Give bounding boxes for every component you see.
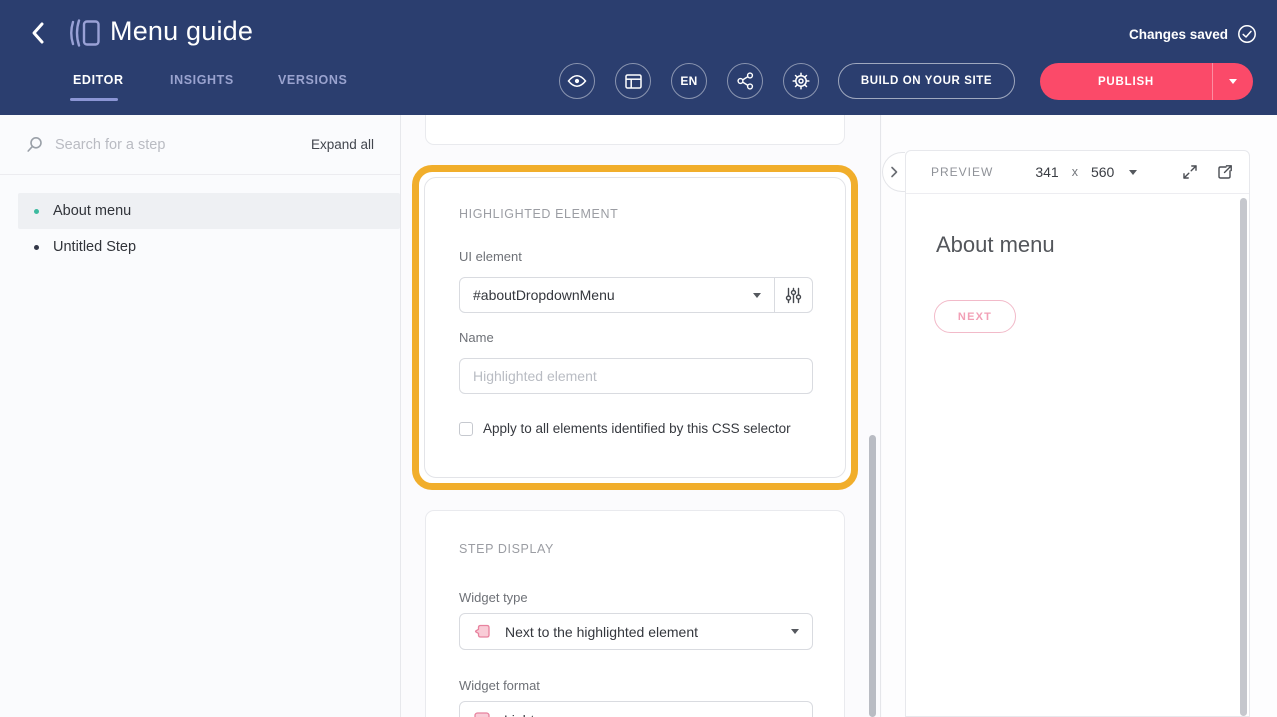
publish-button[interactable]: PUBLISH <box>1040 63 1253 100</box>
tab-editor[interactable]: EDITOR <box>73 73 124 87</box>
name-label: Name <box>459 330 494 345</box>
publish-button-label[interactable]: PUBLISH <box>1040 63 1213 100</box>
widget-type-value: Next to the highlighted element <box>505 624 698 640</box>
chevron-down-icon <box>1129 170 1137 175</box>
highlighted-element-card: HIGHLIGHTED ELEMENT UI element #aboutDro… <box>424 177 846 478</box>
apply-to-all-label: Apply to all elements identified by this… <box>483 421 791 436</box>
preview-header: PREVIEW 341 x 560 <box>906 151 1249 194</box>
step-display-card: STEP DISPLAY Widget type Next to the hig… <box>425 510 845 717</box>
viewport-height: 560 <box>1091 164 1114 180</box>
chevron-right-icon <box>890 166 898 178</box>
active-tab-underline <box>70 98 118 101</box>
step-status-dot <box>34 209 39 214</box>
save-status-text: Changes saved <box>1129 27 1228 42</box>
steps-sidebar: Expand all About menu Untitled Step <box>0 115 401 717</box>
language-label: EN <box>680 74 697 88</box>
preview-eye-button[interactable] <box>559 63 595 99</box>
viewport-size-select[interactable]: 341 x 560 <box>1035 164 1137 180</box>
publish-dropdown-toggle[interactable] <box>1213 63 1253 100</box>
collapse-preview-button[interactable] <box>882 152 905 192</box>
step-item-about-menu[interactable]: About menu <box>18 193 400 229</box>
step-item-untitled-step[interactable]: Untitled Step <box>18 229 400 265</box>
apply-to-all-row: Apply to all elements identified by this… <box>459 421 791 436</box>
step-status-dot <box>34 245 39 250</box>
ui-element-label: UI element <box>459 249 522 264</box>
preview-panel: PREVIEW 341 x 560 <box>882 115 1277 717</box>
back-icon[interactable] <box>26 20 52 46</box>
ui-element-value: #aboutDropdownMenu <box>473 287 615 303</box>
search-input[interactable] <box>55 137 311 153</box>
next-button[interactable]: NEXT <box>934 300 1016 333</box>
guide-type-icon <box>66 17 102 54</box>
external-link-icon <box>1216 164 1233 181</box>
layout-button[interactable] <box>615 63 651 99</box>
step-search-row: Expand all <box>0 115 400 175</box>
step-settings-panel: HIGHLIGHTED ELEMENT UI element #aboutDro… <box>401 115 881 717</box>
previous-settings-card <box>425 115 845 145</box>
search-icon <box>26 136 43 153</box>
widget-format-select[interactable]: Light <box>459 701 813 717</box>
share-button[interactable] <box>727 63 763 99</box>
preview-body: About menu NEXT <box>906 194 1249 333</box>
widget-type-label: Widget type <box>459 590 528 605</box>
tab-insights[interactable]: INSIGHTS <box>170 73 234 87</box>
widget-format-label: Widget format <box>459 678 540 693</box>
widget-type-select[interactable]: Next to the highlighted element <box>459 613 813 650</box>
viewport-separator: x <box>1072 165 1078 179</box>
highlighted-element-ring: HIGHLIGHTED ELEMENT UI element #aboutDro… <box>412 165 858 490</box>
tab-versions[interactable]: VERSIONS <box>278 73 347 87</box>
gear-icon <box>792 72 810 90</box>
chevron-down-icon <box>753 293 761 298</box>
chevron-down-icon <box>1229 79 1237 84</box>
step-item-label: About menu <box>53 203 131 219</box>
open-in-new-tab-button[interactable] <box>1216 164 1233 181</box>
widget-format-icon <box>473 711 491 717</box>
preview-title: PREVIEW <box>931 165 993 179</box>
apply-to-all-checkbox[interactable] <box>459 422 473 436</box>
widget-type-icon <box>473 622 492 641</box>
preview-scrollbar[interactable] <box>1240 198 1247 716</box>
preview-step-title: About menu <box>936 232 1249 258</box>
app-window: Menu guide EDITOR INSIGHTS VERSIONS EN <box>0 0 1277 717</box>
highlighted-element-name-input[interactable] <box>459 358 813 394</box>
share-icon <box>737 72 754 90</box>
section-title: HIGHLIGHTED ELEMENT <box>459 207 618 221</box>
ui-element-select[interactable]: #aboutDropdownMenu <box>459 277 775 313</box>
section-title: STEP DISPLAY <box>459 542 554 556</box>
build-on-your-site-button[interactable]: BUILD ON YOUR SITE <box>838 63 1015 99</box>
expand-all-link[interactable]: Expand all <box>311 137 374 152</box>
save-status: Changes saved <box>1129 24 1257 44</box>
step-list: About menu Untitled Step <box>0 175 400 265</box>
eye-icon <box>567 74 587 88</box>
chevron-down-icon <box>791 629 799 634</box>
preview-card: PREVIEW 341 x 560 <box>905 150 1250 717</box>
page-title: Menu guide <box>110 16 253 47</box>
check-circle-icon <box>1237 24 1257 44</box>
expand-icon <box>1182 164 1198 180</box>
selector-settings-button[interactable] <box>774 277 813 313</box>
expand-preview-button[interactable] <box>1182 164 1198 180</box>
layout-icon <box>625 74 642 89</box>
viewport-width: 341 <box>1035 164 1058 180</box>
step-item-label: Untitled Step <box>53 239 136 255</box>
editor-scrollbar[interactable] <box>869 435 876 717</box>
settings-button[interactable] <box>783 63 819 99</box>
language-button[interactable]: EN <box>671 63 707 99</box>
sliders-icon <box>785 287 802 304</box>
top-header: Menu guide EDITOR INSIGHTS VERSIONS EN <box>0 0 1277 115</box>
widget-format-value: Light <box>504 712 534 717</box>
